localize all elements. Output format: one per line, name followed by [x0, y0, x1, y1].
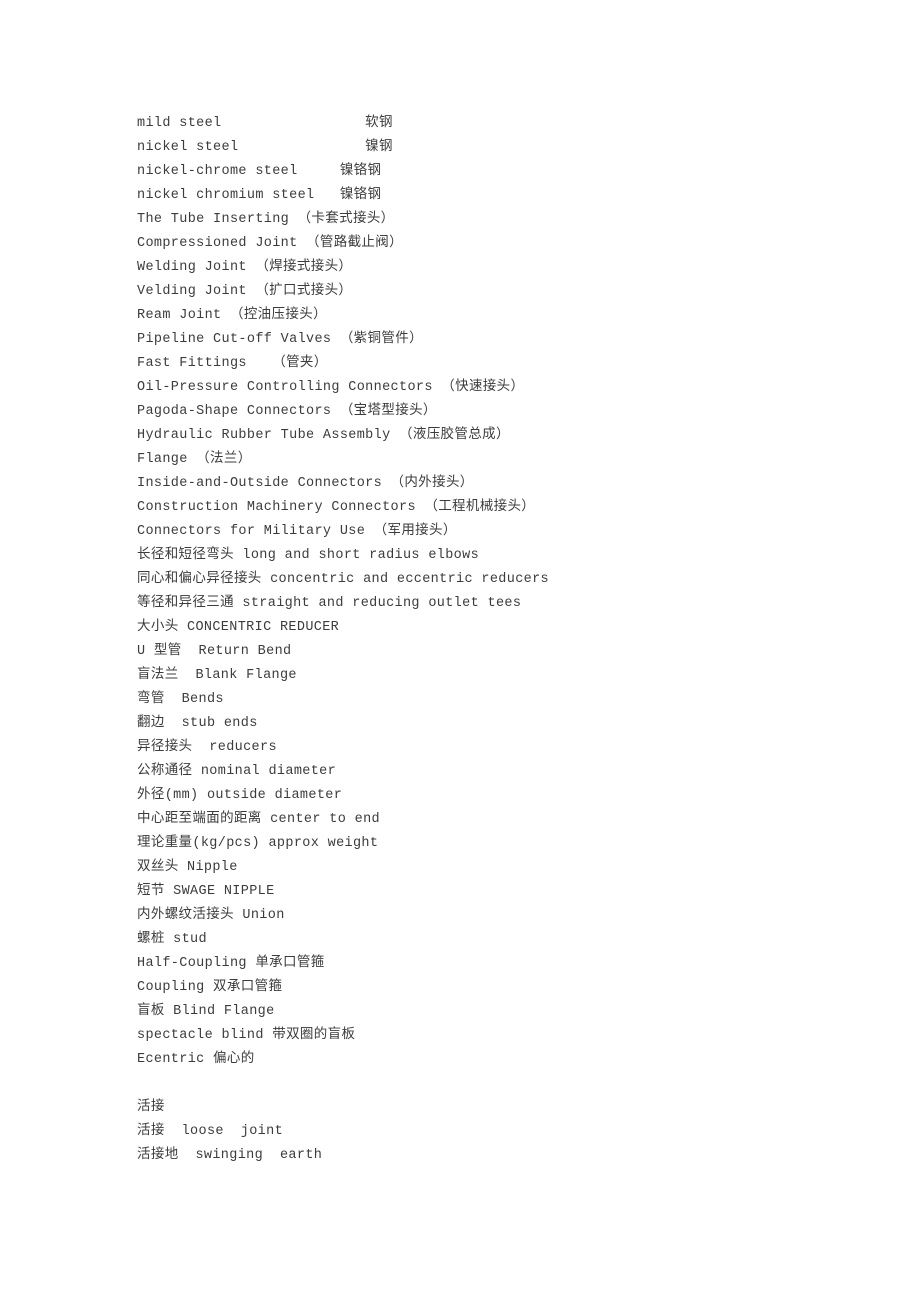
glossary-line: 活接 loose joint	[137, 1124, 284, 1139]
glossary-line: Fast Fittings （管夹）	[137, 356, 328, 371]
glossary-line: 中心距至端面的距离 center to end	[137, 812, 380, 827]
glossary-line: 异径接头 reducers	[137, 740, 277, 755]
glossary-line-list: mild steel 软钢 nickel steel 镍钢 nickel-chrom…	[137, 112, 880, 1168]
glossary-line: Pagoda-Shape Connectors （宝塔型接头）	[137, 404, 437, 419]
glossary-line: 长径和短径弯头 long and short radius elbows	[137, 548, 480, 563]
glossary-line: The Tube Inserting （卡套式接头）	[137, 212, 395, 227]
glossary-line: 翻边 stub ends	[137, 716, 258, 731]
glossary-line: 弯管 Bends	[137, 692, 224, 707]
glossary-line: Flange （法兰）	[137, 452, 252, 467]
glossary-line: Velding Joint （扩口式接头）	[137, 284, 353, 299]
glossary-line: Half-Coupling 单承口管箍	[137, 956, 325, 971]
glossary-line: 外径(mm) outside diameter	[137, 788, 343, 803]
glossary-line: 盲法兰 Blank Flange	[137, 668, 297, 683]
glossary-line: 内外螺纹活接头 Union	[137, 908, 285, 923]
glossary-line: Welding Joint （焊接式接头）	[137, 260, 353, 275]
glossary-line: 等径和异径三通 straight and reducing outlet tee…	[137, 596, 522, 611]
glossary-line: Inside-and-Outside Connectors （内外接头）	[137, 476, 474, 491]
glossary-line: 盲板 Blind Flange	[137, 1004, 275, 1019]
glossary-line: Construction Machinery Connectors （工程机械接…	[137, 500, 536, 515]
document-page: mild steel 软钢 nickel steel 镍钢 nickel-chrom…	[0, 0, 920, 1302]
glossary-line: U 型管 Return Bend	[137, 644, 292, 659]
glossary-line: Compressioned Joint （管路截止阀）	[137, 236, 403, 251]
glossary-line: 活接	[137, 1100, 165, 1115]
glossary-line: 螺桩 stud	[137, 932, 207, 947]
glossary-spacer	[137, 1072, 880, 1096]
glossary-line: 理论重量(kg/pcs) approx weight	[137, 836, 379, 851]
glossary-line: Connectors for Military Use （军用接头）	[137, 524, 457, 539]
glossary-line: Hydraulic Rubber Tube Assembly （液压胶管总成）	[137, 428, 510, 443]
glossary-line: 大小头 CONCENTRIC REDUCER	[137, 620, 340, 635]
glossary-line: 短节 SWAGE NIPPLE	[137, 884, 275, 899]
glossary-line: Ream Joint （控油压接头）	[137, 308, 327, 323]
glossary-line: spectacle blind 带双圈的盲板	[137, 1028, 356, 1043]
glossary-line: Coupling 双承口管箍	[137, 980, 283, 995]
glossary-line: Pipeline Cut-off Valves （紫铜管件）	[137, 332, 423, 347]
glossary-line: nickel steel 镍钢	[137, 140, 393, 155]
glossary-line: 活接地 swinging earth	[137, 1148, 323, 1163]
glossary-line: 双丝头 Nipple	[137, 860, 238, 875]
glossary-line: 公称通径 nominal diameter	[137, 764, 337, 779]
glossary-line: mild steel 软钢	[137, 116, 393, 131]
glossary-line: nickel-chrome steel 镍铬钢	[137, 164, 382, 179]
glossary-line: Oil-Pressure Controlling Connectors （快速接…	[137, 380, 525, 395]
glossary-line: 同心和偏心异径接头 concentric and eccentric reduc…	[137, 572, 549, 587]
glossary-line: Ecentric 偏心的	[137, 1052, 255, 1067]
glossary-line: nickel chromium steel 镍铬钢	[137, 188, 382, 203]
